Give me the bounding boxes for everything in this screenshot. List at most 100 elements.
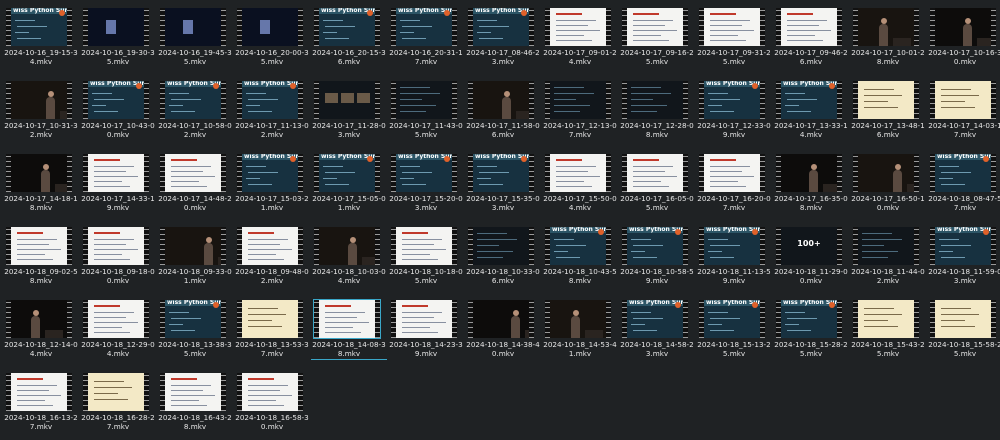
slide-text-line bbox=[15, 32, 29, 33]
video-file-item[interactable]: 2024-10-18_15-58-25.mkv bbox=[927, 297, 1000, 367]
video-file-item[interactable]: 2024-10-17_11-58-06.mkv bbox=[465, 78, 541, 148]
video-file-item[interactable]: wiss Python Summit 2024-10-16_20-15-36.mk… bbox=[311, 5, 387, 75]
video-file-item[interactable]: 2024-10-18_16-28-27.mkv bbox=[80, 370, 156, 440]
video-file-item[interactable]: 2024-10-18_10-03-04.mkv bbox=[311, 224, 387, 294]
video-file-item[interactable]: 2024-10-17_14-48-20.mkv bbox=[157, 151, 233, 221]
video-file-item[interactable]: 2024-10-18_09-18-00.mkv bbox=[80, 224, 156, 294]
film-strip-right-icon bbox=[529, 81, 534, 119]
video-file-item[interactable]: 2024-10-18_14-53-41.mkv bbox=[542, 297, 618, 367]
video-file-item[interactable]: 100+ 2024-10-18_11-29-00.mkv bbox=[773, 224, 849, 294]
slide-text-line bbox=[556, 186, 592, 187]
video-file-item[interactable]: 2024-10-17_09-01-24.mkv bbox=[542, 5, 618, 75]
thumbnail-frame bbox=[165, 154, 221, 192]
thumbnail-frame: wiss Python Summit bbox=[242, 81, 303, 119]
video-file-item[interactable]: wiss Python Summit 2024-10-17_15-05-01.mk… bbox=[311, 151, 387, 221]
video-file-item[interactable]: 2024-10-17_10-31-32.mkv bbox=[3, 78, 79, 148]
video-file-item[interactable]: 2024-10-17_09-31-25.mkv bbox=[696, 5, 772, 75]
video-file-item[interactable]: wiss Python Summit 2024-10-18_10-43-58.mk… bbox=[542, 224, 618, 294]
video-file-item[interactable]: wiss Python Summit 2024-10-17_13-33-14.mk… bbox=[773, 78, 849, 148]
video-file-item[interactable]: 2024-10-18_14-08-38.mkv bbox=[311, 297, 387, 367]
slide-text-line bbox=[710, 176, 754, 177]
slide-text-line bbox=[400, 20, 420, 21]
video-file-item[interactable]: 2024-10-16_19-30-35.mkv bbox=[80, 5, 156, 75]
video-file-item[interactable]: 2024-10-18_11-44-02.mkv bbox=[850, 224, 926, 294]
slide-title-mark bbox=[556, 159, 582, 161]
video-file-item[interactable]: 2024-10-17_15-50-04.mkv bbox=[542, 151, 618, 221]
video-file-item[interactable]: 2024-10-17_16-35-08.mkv bbox=[773, 151, 849, 221]
video-file-item[interactable]: 2024-10-17_12-13-07.mkv bbox=[542, 78, 618, 148]
file-name-label: 2024-10-18_12-14-04.mkv bbox=[4, 340, 78, 358]
video-file-item[interactable]: 2024-10-17_16-20-07.mkv bbox=[696, 151, 772, 221]
video-file-item[interactable]: 2024-10-17_10-01-28.mkv bbox=[850, 5, 926, 75]
slide-text-line bbox=[17, 26, 47, 27]
slide-text-line bbox=[248, 400, 276, 401]
video-file-item[interactable]: wiss Python Summit 2024-10-17_15-35-03.mk… bbox=[465, 151, 541, 221]
video-file-item[interactable]: 2024-10-16_19-45-35.mkv bbox=[157, 5, 233, 75]
video-file-item[interactable]: 2024-10-18_09-48-02.mkv bbox=[234, 224, 310, 294]
film-strip-right-icon bbox=[760, 8, 765, 46]
video-file-item[interactable]: wiss Python Summit 2024-10-17_11-13-02.mk… bbox=[234, 78, 310, 148]
video-file-item[interactable]: wiss Python Summit 2024-10-17_10-43-00.mk… bbox=[80, 78, 156, 148]
video-file-item[interactable]: wiss Python Summit 2024-10-17_08-46-23.mk… bbox=[465, 5, 541, 75]
video-file-item[interactable]: wiss Python Summit 2024-10-18_13-38-35.mk… bbox=[157, 297, 233, 367]
video-file-item[interactable]: wiss Python Summit 2024-10-16_19-15-34.mk… bbox=[3, 5, 79, 75]
video-file-item[interactable]: wiss Python Summit 2024-10-17_15-20-03.mk… bbox=[388, 151, 464, 221]
slide-text-line bbox=[864, 326, 898, 327]
video-file-item[interactable]: 2024-10-17_12-28-08.mkv bbox=[619, 78, 695, 148]
video-file-item[interactable]: 2024-10-18_16-43-28.mkv bbox=[157, 370, 233, 440]
video-file-item[interactable]: wiss Python Summit 2024-10-18_15-28-25.mk… bbox=[773, 297, 849, 367]
video-file-item[interactable]: wiss Python Summit 2024-10-18_11-59-03.mk… bbox=[927, 224, 1000, 294]
video-thumbnail bbox=[853, 8, 919, 46]
video-file-item[interactable]: wiss Python Summit 2024-10-18_11-13-59.mk… bbox=[696, 224, 772, 294]
video-file-item[interactable]: wiss Python Summit 2024-10-17_12-33-09.mk… bbox=[696, 78, 772, 148]
slide-text-line bbox=[556, 257, 580, 258]
video-thumbnail: wiss Python Summit bbox=[314, 154, 380, 192]
video-file-item[interactable]: 2024-10-18_15-43-25.mkv bbox=[850, 297, 926, 367]
video-file-item[interactable]: 2024-10-18_09-33-01.mkv bbox=[157, 224, 233, 294]
video-file-item[interactable]: 2024-10-17_14-33-19.mkv bbox=[80, 151, 156, 221]
slide-text-line bbox=[94, 259, 130, 260]
video-file-item[interactable]: 2024-10-17_11-28-03.mkv bbox=[311, 78, 387, 148]
video-file-item[interactable]: 2024-10-18_16-58-30.mkv bbox=[234, 370, 310, 440]
video-file-item[interactable]: 2024-10-17_10-16-30.mkv bbox=[927, 5, 1000, 75]
video-file-item[interactable]: 2024-10-17_14-03-17.mkv bbox=[927, 78, 1000, 148]
file-name-label: 2024-10-18_10-33-06.mkv bbox=[466, 267, 540, 285]
video-file-item[interactable]: 2024-10-18_10-33-06.mkv bbox=[465, 224, 541, 294]
video-file-item[interactable]: wiss Python Summit 2024-10-18_08-47-57.mk… bbox=[927, 151, 1000, 221]
video-file-item[interactable]: 2024-10-18_12-14-04.mkv bbox=[3, 297, 79, 367]
video-file-item[interactable]: 2024-10-18_09-02-58.mkv bbox=[3, 224, 79, 294]
code-text-line bbox=[631, 105, 667, 106]
slide-text-line bbox=[402, 249, 446, 250]
video-file-item[interactable]: wiss Python Summit 2024-10-18_15-13-25.mk… bbox=[696, 297, 772, 367]
video-file-item[interactable]: 2024-10-17_13-48-16.mkv bbox=[850, 78, 926, 148]
video-file-item[interactable]: 2024-10-17_16-05-05.mkv bbox=[619, 151, 695, 221]
video-file-item[interactable]: 2024-10-17_09-16-25.mkv bbox=[619, 5, 695, 75]
video-file-item[interactable]: 2024-10-17_11-43-05.mkv bbox=[388, 78, 464, 148]
thumbnail-frame: wiss Python Summit bbox=[396, 154, 457, 192]
video-file-item[interactable]: 2024-10-17_14-18-18.mkv bbox=[3, 151, 79, 221]
code-text-line bbox=[477, 251, 513, 252]
video-file-item[interactable]: wiss Python Summit 2024-10-17_10-58-02.mk… bbox=[157, 78, 233, 148]
slide-text-line bbox=[554, 251, 568, 252]
video-file-item[interactable]: 2024-10-18_10-18-05.mkv bbox=[388, 224, 464, 294]
speaker-figure bbox=[809, 170, 818, 192]
video-file-item[interactable]: 2024-10-17_16-50-10.mkv bbox=[850, 151, 926, 221]
video-file-item[interactable]: 2024-10-18_14-23-39.mkv bbox=[388, 297, 464, 367]
video-file-item[interactable]: 2024-10-16_20-00-35.mkv bbox=[234, 5, 310, 75]
video-file-item[interactable]: wiss Python Summit 2024-10-18_14-58-23.mk… bbox=[619, 297, 695, 367]
thumbnail-frame bbox=[858, 81, 914, 119]
video-file-item[interactable]: wiss Python Summit 2024-10-17_15-03-21.mk… bbox=[234, 151, 310, 221]
speaker-head bbox=[349, 237, 356, 243]
video-file-item[interactable]: 2024-10-18_14-38-40.mkv bbox=[465, 297, 541, 367]
code-text-line bbox=[400, 99, 422, 100]
slide-text-line bbox=[17, 395, 61, 396]
video-file-item[interactable]: 2024-10-18_12-29-04.mkv bbox=[80, 297, 156, 367]
video-file-item[interactable]: 2024-10-17_09-46-26.mkv bbox=[773, 5, 849, 75]
video-thumbnail bbox=[776, 154, 842, 192]
video-file-item[interactable]: wiss Python Summit 2024-10-16_20-31-17.mk… bbox=[388, 5, 464, 75]
slide-text-line bbox=[479, 38, 503, 39]
video-file-item[interactable]: 2024-10-18_16-13-27.mkv bbox=[3, 370, 79, 440]
video-file-item[interactable]: 2024-10-18_13-53-37.mkv bbox=[234, 297, 310, 367]
video-file-item[interactable]: wiss Python Summit 2024-10-18_10-58-59.mk… bbox=[619, 224, 695, 294]
thumbnail-frame bbox=[858, 8, 914, 46]
